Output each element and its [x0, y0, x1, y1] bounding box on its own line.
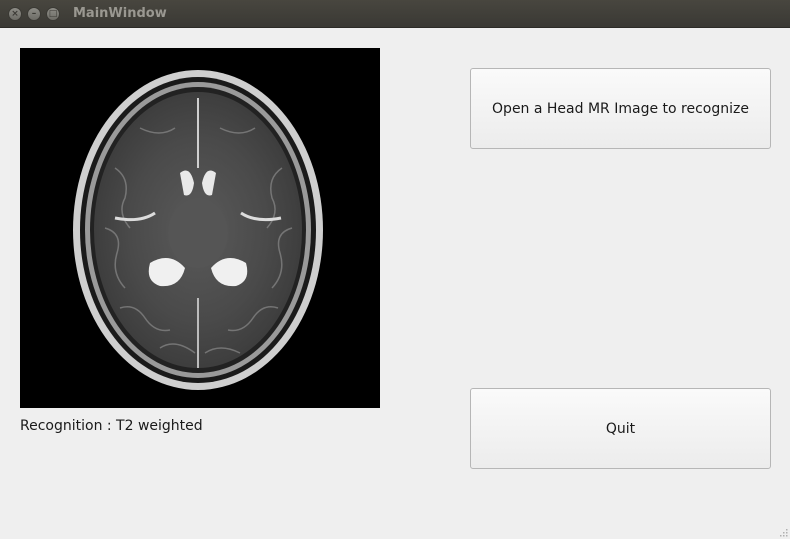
window-maximize-button[interactable]: □: [46, 7, 60, 21]
title-bar: × – □ MainWindow: [0, 0, 790, 28]
open-mr-image-button[interactable]: Open a Head MR Image to recognize: [470, 68, 771, 149]
quit-button[interactable]: Quit: [470, 388, 771, 469]
mri-image-display: [20, 48, 380, 408]
window-close-button[interactable]: ×: [8, 7, 22, 21]
resize-grip-icon[interactable]: [778, 527, 788, 537]
mri-brain-image: [20, 48, 380, 408]
window-title: MainWindow: [73, 6, 167, 21]
maximize-icon: □: [48, 8, 58, 19]
window-minimize-button[interactable]: –: [27, 7, 41, 21]
recognition-result-label: Recognition : T2 weighted: [20, 418, 203, 434]
minimize-icon: –: [31, 8, 37, 19]
close-icon: ×: [11, 8, 19, 19]
